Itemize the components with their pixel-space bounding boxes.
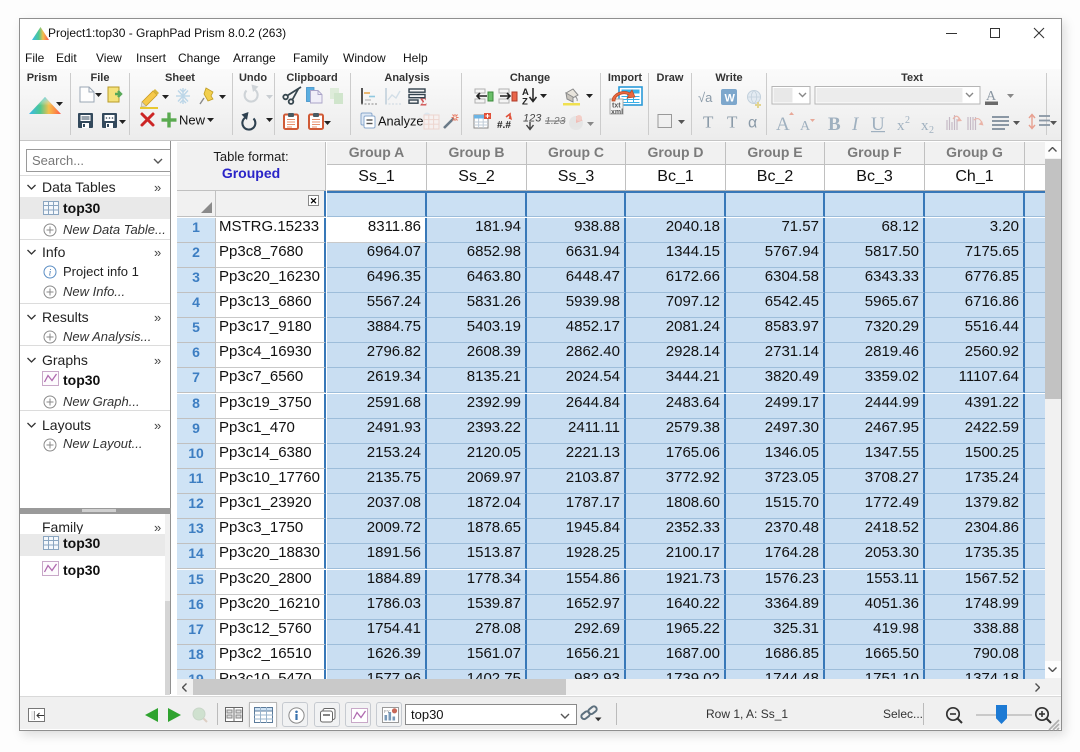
svg-text:√a: √a bbox=[698, 90, 713, 105]
svg-text:Z: Z bbox=[522, 97, 528, 108]
svg-text:W: W bbox=[725, 93, 736, 105]
svg-text:i: i bbox=[49, 268, 52, 278]
svg-text:2: 2 bbox=[905, 115, 910, 126]
svg-text:A: A bbox=[776, 114, 790, 135]
svg-text:Σ: Σ bbox=[420, 98, 427, 109]
svg-text:#.#: #.# bbox=[497, 120, 511, 131]
svg-text:T: T bbox=[703, 113, 714, 132]
svg-text:α: α bbox=[748, 115, 757, 132]
svg-text:I: I bbox=[851, 114, 860, 135]
svg-text:1.23: 1.23 bbox=[545, 115, 566, 127]
svg-text:B: B bbox=[828, 114, 841, 135]
svg-text:FY: FY bbox=[384, 709, 390, 714]
svg-text:Analyze: Analyze bbox=[378, 114, 424, 129]
svg-text:x: x bbox=[897, 118, 905, 134]
svg-text:T: T bbox=[727, 113, 738, 132]
svg-text:A: A bbox=[800, 119, 811, 134]
svg-text:2: 2 bbox=[929, 125, 934, 136]
svg-text:123: 123 bbox=[523, 113, 542, 125]
svg-text:x: x bbox=[921, 118, 929, 134]
svg-text:New: New bbox=[179, 113, 206, 128]
svg-text:xml: xml bbox=[611, 109, 623, 116]
